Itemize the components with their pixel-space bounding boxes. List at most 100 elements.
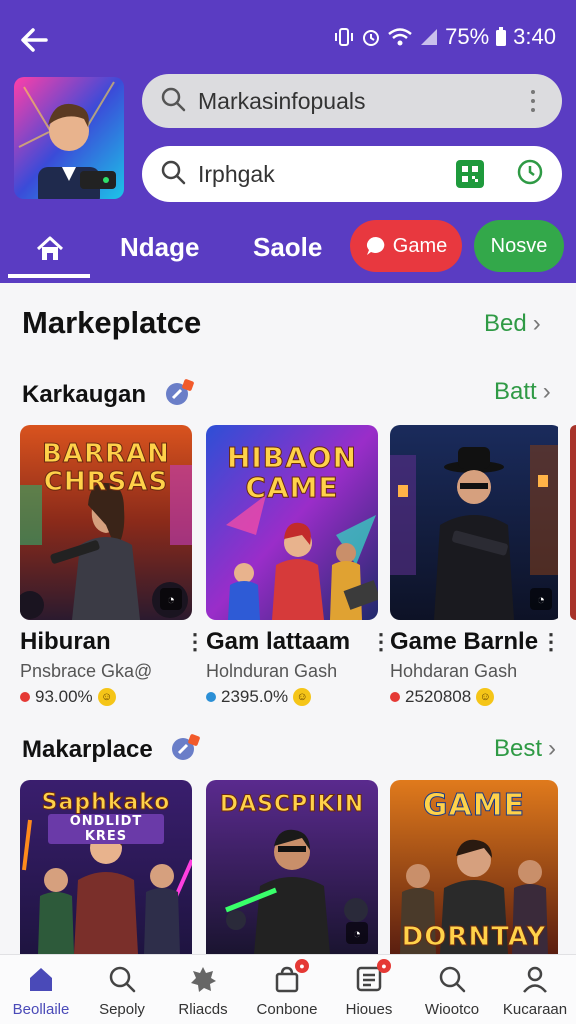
status-dot — [390, 692, 400, 702]
game-card[interactable]: DASCPIKIN ◔ — [206, 780, 378, 954]
marketplace-see-all[interactable]: Bed › — [484, 310, 541, 338]
tab-home[interactable] — [10, 218, 90, 280]
battery-percent: 75% — [445, 24, 490, 49]
thumb-title-line2: DORNTAY — [401, 922, 547, 953]
nav-item-hioues[interactable]: ● Hioues — [328, 955, 410, 1024]
battery-icon — [495, 27, 507, 47]
more-options-icon[interactable] — [518, 90, 548, 112]
more-options-icon[interactable]: ⋮ — [540, 629, 562, 655]
nav-label: Hioues — [345, 1001, 393, 1018]
section2-see-all[interactable]: Best › — [494, 735, 556, 763]
profile-avatar[interactable] — [14, 77, 124, 199]
search-icon — [108, 963, 136, 995]
section2-title-text: Makarplace — [22, 735, 153, 763]
smiley-icon: ☺ — [293, 688, 312, 706]
card-title: Gam lattaam — [206, 628, 351, 655]
chat-bubble-icon — [366, 237, 385, 255]
game-card-peek[interactable] — [570, 425, 576, 620]
app-header: 75% 3:40 Markasinfopuals Irphgak Ndage S… — [0, 0, 576, 283]
bottom-navigation: Beollaile Sepoly Rliacds ● Conbone ● Hio… — [0, 954, 576, 1024]
game-card[interactable]: BARRAN CHRSAS ◔ Hiburan ⋮ Pnsbrace Gka@ … — [20, 425, 206, 715]
tab-nosve-label: Nosve — [490, 234, 548, 257]
nav-item-search[interactable]: Sepoly — [81, 955, 163, 1024]
tab-game-label: Game — [392, 234, 448, 257]
qr-scan-icon[interactable] — [456, 160, 484, 188]
home-icon — [26, 963, 56, 995]
card-stat: 93.00% ☺ — [20, 687, 116, 707]
game-thumbnail: ◔ — [390, 425, 562, 620]
nav-item-kucaraan[interactable]: Kucaraan — [494, 955, 576, 1024]
game-thumbnail: Saphkako ONDLIDT KRES — [20, 780, 192, 954]
chevron-right-icon: › — [532, 310, 541, 337]
card-stat: 2395.0% ☺ — [206, 687, 312, 707]
tab-ndage[interactable]: Ndage — [120, 232, 199, 263]
search-icon — [160, 86, 186, 117]
active-tab-indicator — [8, 274, 90, 278]
section1-title: Karkaugan — [22, 378, 195, 413]
secondary-search-text: Irphgak — [198, 160, 275, 187]
primary-search-bar[interactable]: Markasinfopuals — [142, 74, 562, 128]
section2-title: Makarplace — [22, 733, 201, 768]
nav-label: Beollaile — [12, 1001, 70, 1018]
puzzle-icon — [189, 963, 217, 995]
secondary-search-bar[interactable]: Irphgak — [142, 146, 562, 202]
nav-item-conbone[interactable]: ● Conbone — [246, 955, 328, 1024]
search-icon — [160, 159, 186, 190]
section1-see-all[interactable]: Batt › — [494, 378, 551, 406]
card-stat-value: 2395.0% — [221, 687, 289, 706]
nav-item-rliacds[interactable]: Rliacds — [162, 955, 244, 1024]
play-badge-icon: ◔ — [346, 922, 368, 944]
play-badge-icon: ◔ — [160, 588, 182, 610]
more-options-icon[interactable]: ⋮ — [370, 629, 392, 655]
game-thumbnail: GAME DORNTAY — [390, 780, 558, 954]
game-card[interactable]: Saphkako ONDLIDT KRES — [20, 780, 192, 954]
rocket-badge-icon — [163, 378, 195, 413]
nav-item-home[interactable]: Beollaile — [0, 955, 82, 1024]
smiley-icon: ☺ — [476, 688, 495, 706]
thumb-title-line2: CAME — [245, 471, 339, 505]
thumb-title-line1: DASCPIKIN — [219, 792, 365, 818]
game-card[interactable]: GAME DORNTAY — [390, 780, 562, 954]
user-icon — [521, 963, 549, 995]
vibrate-icon — [333, 26, 355, 48]
nav-item-wiootco[interactable]: Wiootco — [411, 955, 493, 1024]
thumb-title-line2: CHRSAS — [43, 467, 169, 498]
wifi-icon — [387, 27, 413, 47]
card-title: Game Barnle — [390, 628, 539, 655]
game-thumbnail: HIBAON CAME — [206, 425, 378, 620]
thumb-title-line1: BARRAN — [42, 439, 170, 470]
primary-search-text: Markasinfopuals — [198, 87, 366, 114]
thumb-title-line1: Saphkako — [41, 790, 171, 816]
tab-game-pill[interactable]: Game — [350, 220, 462, 272]
thumb-title-line2: ONDLIDT KRES — [48, 814, 164, 844]
play-badge-icon: ◔ — [530, 588, 552, 610]
smiley-icon: ☺ — [97, 688, 116, 706]
bag-icon: ● — [273, 959, 309, 995]
signal-icon — [419, 27, 439, 47]
home-icon — [36, 236, 64, 260]
tab-saole[interactable]: Saole — [253, 232, 322, 263]
marketplace-link-label: Bed — [484, 310, 527, 337]
nav-label: Conbone — [256, 1001, 318, 1018]
card-subtitle: Pnsbrace Gka@ — [20, 661, 153, 681]
card-stat-value: 2520808 — [405, 687, 472, 706]
tab-nosve-pill[interactable]: Nosve — [474, 220, 564, 272]
nav-label: Rliacds — [178, 1001, 228, 1018]
game-card[interactable]: ◔ Game Barnle ⋮ Hohdaran Gash 2520808 ☺ — [390, 425, 562, 715]
more-options-icon[interactable]: ⋮ — [184, 629, 206, 655]
section1-link-label: Batt — [494, 378, 537, 405]
section1-title-text: Karkaugan — [22, 380, 147, 408]
back-arrow-icon[interactable] — [16, 22, 52, 58]
game-card[interactable]: HIBAON CAME Gam lattaam ⋮ Holnduran Gash… — [206, 425, 392, 715]
list-icon: ● — [355, 959, 391, 995]
nav-label: Kucaraan — [502, 1001, 568, 1018]
card-title: Hiburan — [20, 628, 111, 655]
game-thumbnail: BARRAN CHRSAS ◔ — [20, 425, 192, 620]
card-subtitle: Holnduran Gash — [206, 661, 338, 681]
history-clock-icon[interactable] — [516, 158, 544, 191]
alarm-icon — [361, 26, 381, 48]
chevron-right-icon: › — [542, 378, 551, 405]
status-icons: 75% 3:40 — [333, 24, 556, 50]
category-tabs: Ndage Saole Game Nosve — [0, 218, 576, 280]
status-dot — [206, 692, 216, 702]
